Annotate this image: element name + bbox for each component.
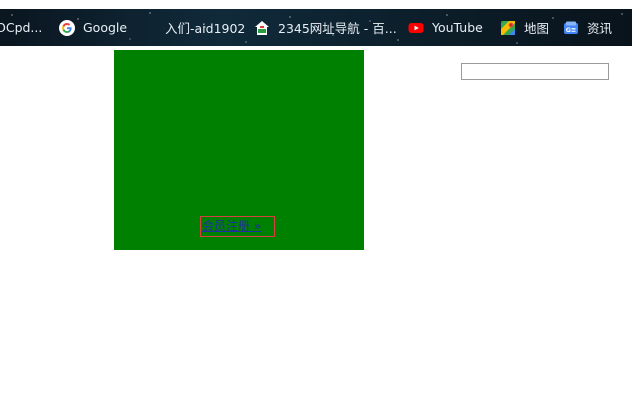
bookmark-label: 入们-aid1902	[165, 21, 246, 36]
bookmark-label: OCpd...	[0, 20, 43, 35]
bookmark-label: YouTube	[432, 20, 483, 35]
google-icon	[59, 19, 75, 36]
bookmark-aid1902[interactable]: 入们-aid1902	[165, 9, 245, 46]
bookmark-youtube[interactable]: YouTube	[408, 9, 483, 46]
maps-icon	[500, 20, 516, 36]
bookmark-label: 地图	[524, 21, 550, 36]
2345-icon	[254, 20, 270, 36]
bookmark-google[interactable]: Google	[59, 9, 127, 46]
youtube-icon	[408, 20, 424, 36]
bookmark-ocpd[interactable]: OCpd...	[0, 9, 42, 46]
page-content: 会员注册 »	[0, 46, 632, 411]
bookmark-news[interactable]: G≡ 资讯	[563, 9, 612, 46]
bookmarks-bar: OCpd... Google 入们-aid1902 2345网址导航 - 百..…	[0, 9, 632, 46]
svg-text:G≡: G≡	[566, 26, 577, 34]
bookmark-2345[interactable]: 2345网址导航 - 百...	[254, 9, 397, 46]
search-input[interactable]	[461, 63, 609, 80]
news-icon: G≡	[563, 20, 579, 36]
bookmark-label: 资讯	[587, 21, 613, 36]
member-register-link[interactable]: 会员注册 »	[200, 216, 275, 237]
green-box: 会员注册 »	[114, 50, 364, 250]
bookmark-label: 2345网址导航 - 百...	[278, 21, 397, 36]
bookmark-maps[interactable]: 地图	[500, 9, 549, 46]
bookmark-label: Google	[83, 20, 128, 35]
